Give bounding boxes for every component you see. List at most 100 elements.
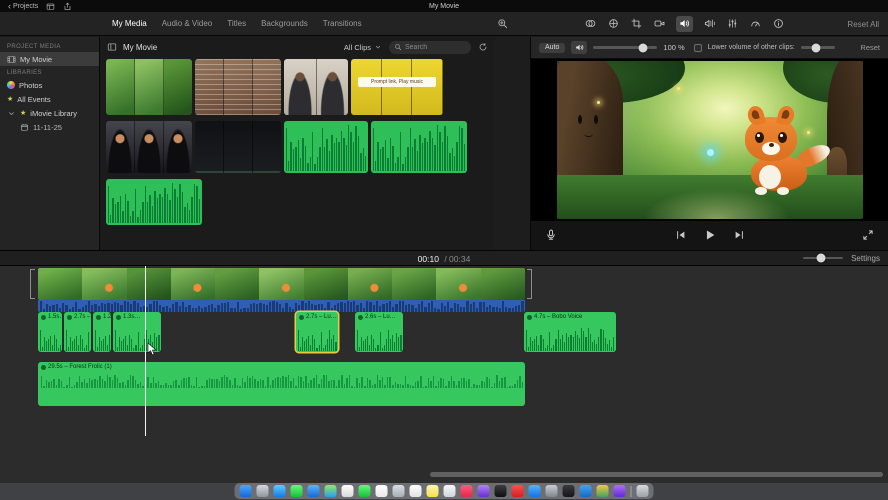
dock-news-icon[interactable] xyxy=(511,485,524,497)
tab-transitions[interactable]: Transitions xyxy=(323,19,362,28)
media-thumbnail-person-dark[interactable] xyxy=(106,121,192,173)
media-thumbnail-audio[interactable] xyxy=(371,121,467,173)
sidebar-item-photos[interactable]: Photos xyxy=(0,78,99,92)
clips-filter-dropdown[interactable]: All Clips xyxy=(344,43,382,52)
clip-label: 1.2… xyxy=(103,314,111,320)
dock-music-icon[interactable] xyxy=(460,485,473,497)
dock-maps-icon[interactable] xyxy=(324,485,337,497)
media-thumbnail-audio[interactable] xyxy=(284,121,368,173)
volume-controls: Auto 100 % Lower volume of other clips: … xyxy=(531,37,888,59)
video-preview[interactable] xyxy=(557,61,863,219)
sidebar-item-event-11-11-25[interactable]: 11-11-25 xyxy=(0,120,99,134)
timeline-audio-clip[interactable]: 2.7s – Lu… xyxy=(296,312,338,352)
previous-frame-button[interactable] xyxy=(675,229,687,241)
browser-zoom-icon[interactable] xyxy=(497,18,508,29)
reset-button[interactable]: Reset xyxy=(860,43,880,52)
info-icon[interactable] xyxy=(772,17,785,30)
dock-contacts-icon[interactable] xyxy=(392,485,405,497)
clip-label-row: 1.5s… xyxy=(38,312,62,322)
star-icon: ★ xyxy=(7,95,14,103)
reset-all-button[interactable]: Reset All xyxy=(847,20,879,29)
dock-vscode-icon[interactable] xyxy=(579,485,592,497)
ducking-slider-knob[interactable] xyxy=(811,43,821,52)
media-thumbnail-screen[interactable] xyxy=(195,121,281,173)
equalizer-icon[interactable] xyxy=(726,17,739,30)
crop-icon[interactable] xyxy=(630,17,643,30)
volume-slider-knob[interactable] xyxy=(638,43,648,52)
playhead[interactable] xyxy=(145,266,146,436)
tab-audio-video[interactable]: Audio & Video xyxy=(162,19,213,28)
search-box[interactable] xyxy=(389,40,471,54)
clip-zoom-slider[interactable] xyxy=(803,253,844,263)
next-frame-button[interactable] xyxy=(733,229,745,241)
dock-reminders-icon[interactable] xyxy=(409,485,422,497)
browser-header: My Movie All Clips xyxy=(100,37,495,57)
color-correction-icon[interactable] xyxy=(607,17,620,30)
media-thumbnail-notes[interactable] xyxy=(195,59,281,115)
noise-reduction-icon[interactable] xyxy=(703,17,716,30)
ducking-slider[interactable] xyxy=(800,43,835,52)
volume-slider[interactable] xyxy=(593,43,658,52)
play-button[interactable] xyxy=(703,228,717,242)
media-thumbnail-person-light[interactable] xyxy=(284,59,348,115)
timeline-audio-clip[interactable]: 2.7s – L… xyxy=(64,312,91,352)
dock-notes-icon[interactable] xyxy=(426,485,439,497)
color-balance-icon[interactable] xyxy=(584,17,597,30)
dock-settings-icon[interactable] xyxy=(545,485,558,497)
timeline-audio-clip[interactable]: 1.5s… xyxy=(38,312,62,352)
timeline-settings-button[interactable]: Settings xyxy=(851,254,880,263)
sidebar-item-imovie-library[interactable]: ★ iMovie Library xyxy=(0,106,99,120)
speed-icon[interactable] xyxy=(749,17,762,30)
tab-titles[interactable]: Titles xyxy=(227,19,246,28)
lower-volume-checkbox[interactable] xyxy=(693,43,702,52)
dock-terminal-icon[interactable] xyxy=(562,485,575,497)
audio-waveform xyxy=(107,181,201,223)
auto-button[interactable]: Auto xyxy=(539,42,566,53)
timeline-audio-clip[interactable]: 1.2… xyxy=(93,312,111,352)
media-thumbnail-promo[interactable]: Prompt link, Play music xyxy=(351,59,443,115)
share-icon[interactable] xyxy=(63,2,72,11)
media-thumbnail-audio[interactable] xyxy=(106,179,202,225)
voiceover-mic-icon[interactable] xyxy=(545,229,557,241)
stabilization-icon[interactable] xyxy=(653,17,666,30)
timeline-audio-clip[interactable]: 2.6s – Lu… xyxy=(355,312,403,352)
chevron-down-icon[interactable] xyxy=(7,109,16,118)
volume-icon[interactable] xyxy=(676,15,693,32)
dock-launchpad-icon[interactable] xyxy=(256,485,269,497)
clip-label: 2.7s – Lu… xyxy=(306,314,337,320)
chevron-down-icon xyxy=(374,43,382,51)
clip-zoom-knob[interactable] xyxy=(816,253,826,263)
media-thumbnail-forest[interactable] xyxy=(106,59,192,115)
dock-calendar-icon[interactable] xyxy=(375,485,388,497)
dock-messages-icon[interactable] xyxy=(290,485,303,497)
media-library-icon[interactable] xyxy=(46,2,55,11)
dock-facetime-icon[interactable] xyxy=(358,485,371,497)
dock-mail-icon[interactable] xyxy=(307,485,320,497)
fullscreen-icon[interactable] xyxy=(862,229,874,241)
clips-filter-label: All Clips xyxy=(343,42,371,52)
horizontal-scrollbar[interactable] xyxy=(430,472,883,477)
dock-safari-icon[interactable] xyxy=(273,485,286,497)
panel-toggle-icon[interactable] xyxy=(107,42,117,52)
dock-tv-icon[interactable] xyxy=(494,485,507,497)
dock-photos-icon[interactable] xyxy=(341,485,354,497)
dock-podcasts-icon[interactable] xyxy=(477,485,490,497)
sidebar-item-all-events[interactable]: ★ All Events xyxy=(0,92,99,106)
sidebar-item-my-movie[interactable]: My Movie xyxy=(0,52,99,66)
tab-backgrounds[interactable]: Backgrounds xyxy=(261,19,308,28)
film-frame xyxy=(195,59,224,115)
dock-imovie-icon[interactable] xyxy=(613,485,626,497)
tab-my-media[interactable]: My Media xyxy=(112,19,147,28)
dock-freeform-icon[interactable] xyxy=(443,485,456,497)
search-input[interactable] xyxy=(405,43,465,51)
timeline[interactable]: 1.5s… 2.7s – L… 1.2… 1.3s… 2.7s – Lu… 2.6s – … xyxy=(0,266,888,483)
refresh-icon[interactable] xyxy=(478,42,488,52)
timeline-background-music-clip[interactable]: 29.5s – Forest Frolic (1) xyxy=(38,362,525,406)
speaker-icon[interactable] xyxy=(571,41,588,54)
dock-trash-icon[interactable] xyxy=(636,485,649,497)
dock-finder-icon[interactable] xyxy=(239,485,252,497)
timeline-audio-clip[interactable]: 4.7s – Bobo Voice xyxy=(524,312,616,352)
dock-chrome-icon[interactable] xyxy=(596,485,609,497)
back-to-projects-button[interactable]: ‹ Projects xyxy=(8,1,38,11)
dock-appstore-icon[interactable] xyxy=(528,485,541,497)
